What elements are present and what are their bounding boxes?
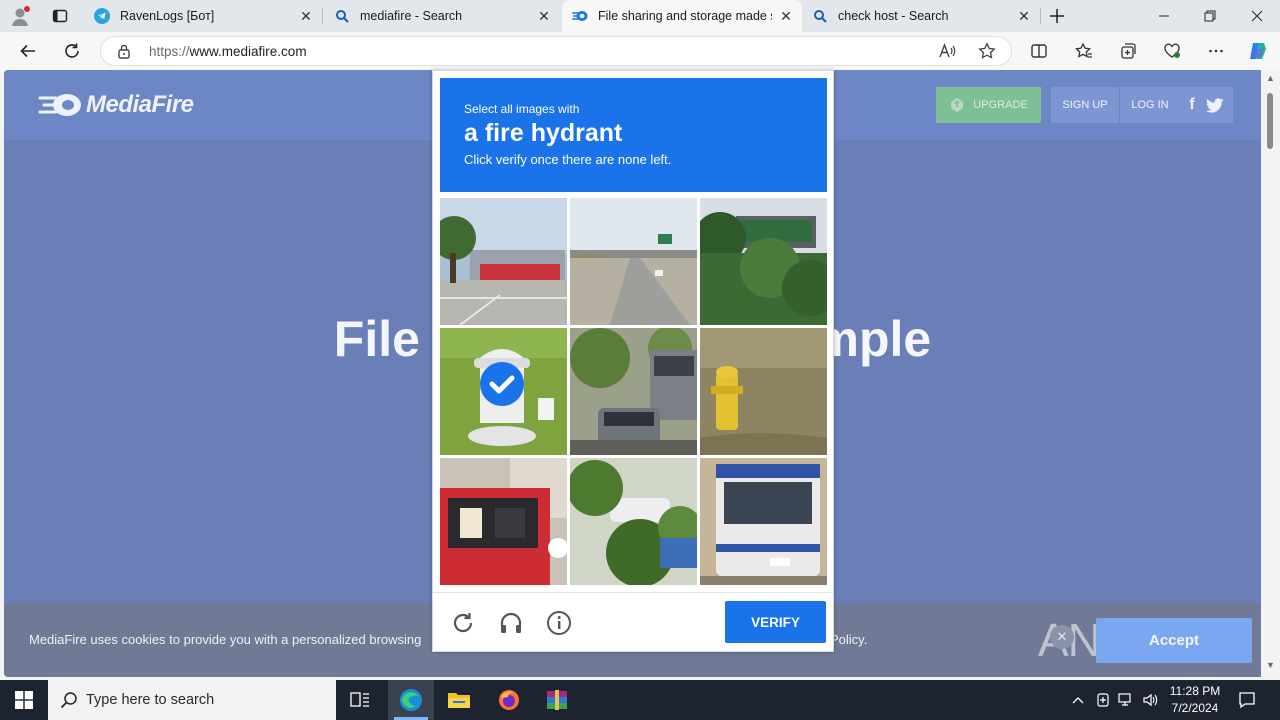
clock-time: 11:28 PM — [1169, 684, 1221, 698]
url-scheme: https:// — [149, 44, 190, 59]
notification-center-icon[interactable] — [1234, 689, 1260, 711]
tab-actions-icon[interactable] — [48, 4, 72, 28]
show-hidden-icons-chevron-icon[interactable] — [1068, 690, 1088, 710]
tab-title: mediafire - Search — [360, 9, 463, 23]
network-icon[interactable] — [1116, 690, 1136, 710]
tab-mediafire[interactable]: File sharing and storage made simple ✕ — [562, 0, 802, 32]
tab-title: File sharing and storage made simple — [598, 9, 772, 23]
captcha-tile[interactable] — [440, 328, 567, 455]
extensions-heart-icon[interactable] — [1157, 36, 1187, 66]
restore-icon[interactable] — [1187, 0, 1233, 32]
search-icon — [334, 8, 350, 24]
captcha-tile[interactable] — [700, 458, 827, 585]
captcha-footer-divider — [433, 592, 833, 593]
tab-title: check host - Search — [838, 9, 949, 23]
scrollbar-thumb[interactable] — [1267, 93, 1273, 149]
tab-separator — [1040, 8, 1041, 24]
logo-wordmark: MediaFire — [86, 91, 194, 118]
tab-title: RavenLogs [Бот] — [120, 9, 215, 23]
volume-icon[interactable] — [1140, 690, 1160, 710]
address-bar[interactable]: https://www.mediafire.com — [100, 36, 1012, 66]
captcha-tile[interactable] — [700, 198, 827, 325]
cookie-text: MediaFire uses cookies to provide you wi… — [29, 632, 422, 647]
mediafire-logo[interactable]: MediaFire — [38, 90, 194, 120]
upgrade-button[interactable]: UPGRADE — [936, 87, 1041, 123]
captcha-tile[interactable] — [570, 198, 697, 325]
read-aloud-icon[interactable] — [932, 36, 962, 66]
favorites-icon[interactable] — [1069, 36, 1099, 66]
close-tab-icon[interactable]: ✕ — [1016, 8, 1032, 24]
url-text: https://www.mediafire.com — [149, 44, 307, 59]
close-tab-icon[interactable]: ✕ — [778, 8, 794, 24]
taskbar-search-box[interactable]: Type here to search — [48, 680, 336, 720]
defender-icon[interactable] — [1093, 690, 1113, 710]
tab-check-host-search[interactable]: check host - Search ✕ — [802, 0, 1040, 32]
search-icon — [60, 691, 78, 709]
captcha-prompt-pre: Select all images with — [464, 102, 580, 116]
refresh-icon[interactable] — [57, 36, 87, 66]
cookie-close-button[interactable]: ✕ — [1050, 625, 1074, 649]
mediafire-flame-icon — [38, 94, 81, 116]
firefox-icon[interactable] — [486, 680, 532, 720]
captcha-tile[interactable] — [570, 328, 697, 455]
log-in-button[interactable]: LOG IN — [1120, 87, 1180, 123]
accept-cookies-button[interactable]: Accept — [1096, 618, 1252, 663]
twitter-icon[interactable] — [1205, 96, 1225, 114]
facebook-icon[interactable]: f — [1183, 96, 1201, 114]
split-screen-icon[interactable] — [1024, 36, 1054, 66]
tab-strip: RavenLogs [Бот] ✕ mediafire - Search ✕ F… — [0, 0, 1280, 32]
upgrade-icon — [951, 98, 964, 112]
captcha-prompt: Select all images with a fire hydrant Cl… — [440, 78, 827, 192]
scroll-down-arrow-icon[interactable]: ▼ — [1266, 660, 1275, 670]
collections-icon[interactable] — [1113, 36, 1143, 66]
profile-avatar-icon[interactable] — [8, 4, 32, 28]
captcha-tile[interactable] — [570, 458, 697, 585]
lock-icon[interactable] — [117, 43, 131, 64]
search-icon — [812, 8, 828, 24]
system-clock[interactable]: 11:28 PM 7/2/2024 — [1160, 683, 1230, 717]
close-tab-icon[interactable]: ✕ — [536, 8, 552, 24]
task-view-icon[interactable] — [337, 680, 383, 720]
captcha-tile[interactable] — [700, 328, 827, 455]
taskbar: Type here to search 11:28 PM 7/2/2024 — [0, 680, 1280, 720]
captcha-target-object: a fire hydrant — [464, 119, 623, 147]
telegram-icon — [94, 8, 110, 24]
captcha-dialog: Select all images with a fire hydrant Cl… — [432, 70, 834, 652]
auth-bar: SIGN UP LOG IN f — [1051, 87, 1233, 123]
winrar-icon[interactable] — [534, 680, 580, 720]
favorite-star-icon[interactable] — [972, 36, 1002, 66]
windows-start-icon[interactable] — [0, 680, 48, 720]
scrollbar[interactable]: ▲ ▼ — [1261, 70, 1280, 677]
back-arrow-icon[interactable] — [13, 36, 43, 66]
close-tab-icon[interactable]: ✕ — [298, 8, 314, 24]
more-options-icon[interactable] — [1201, 36, 1231, 66]
edge-browser-icon[interactable] — [388, 680, 434, 720]
info-icon[interactable] — [545, 609, 573, 637]
file-explorer-icon[interactable] — [436, 680, 482, 720]
search-placeholder: Type here to search — [86, 692, 215, 708]
scroll-up-arrow-icon[interactable]: ▲ — [1266, 73, 1275, 83]
verify-button[interactable]: VERIFY — [725, 601, 826, 643]
tab-ravenlogs[interactable]: RavenLogs [Бот] ✕ — [84, 0, 322, 32]
clock-date: 7/2/2024 — [1171, 701, 1219, 715]
mediafire-icon — [572, 8, 588, 24]
sign-up-button[interactable]: SIGN UP — [1051, 87, 1119, 123]
captcha-prompt-post: Click verify once there are none left. — [464, 152, 672, 167]
captcha-tile[interactable] — [440, 458, 567, 585]
upgrade-label: UPGRADE — [973, 99, 1028, 111]
url-host: www.mediafire.com — [189, 44, 307, 59]
new-tab-icon[interactable] — [1045, 4, 1069, 28]
copilot-icon[interactable] — [1243, 36, 1273, 66]
cookie-policy-link[interactable]: Policy. — [830, 632, 867, 647]
refresh-icon[interactable] — [449, 609, 477, 637]
minimize-icon[interactable] — [1141, 0, 1187, 32]
audio-challenge-headphones-icon[interactable] — [497, 609, 525, 637]
tab-mediafire-search[interactable]: mediafire - Search ✕ — [324, 0, 560, 32]
tab-separator — [322, 8, 323, 24]
navigation-bar: https://www.mediafire.com — [0, 32, 1280, 70]
captcha-tile[interactable] — [440, 198, 567, 325]
close-window-icon[interactable] — [1234, 0, 1280, 32]
